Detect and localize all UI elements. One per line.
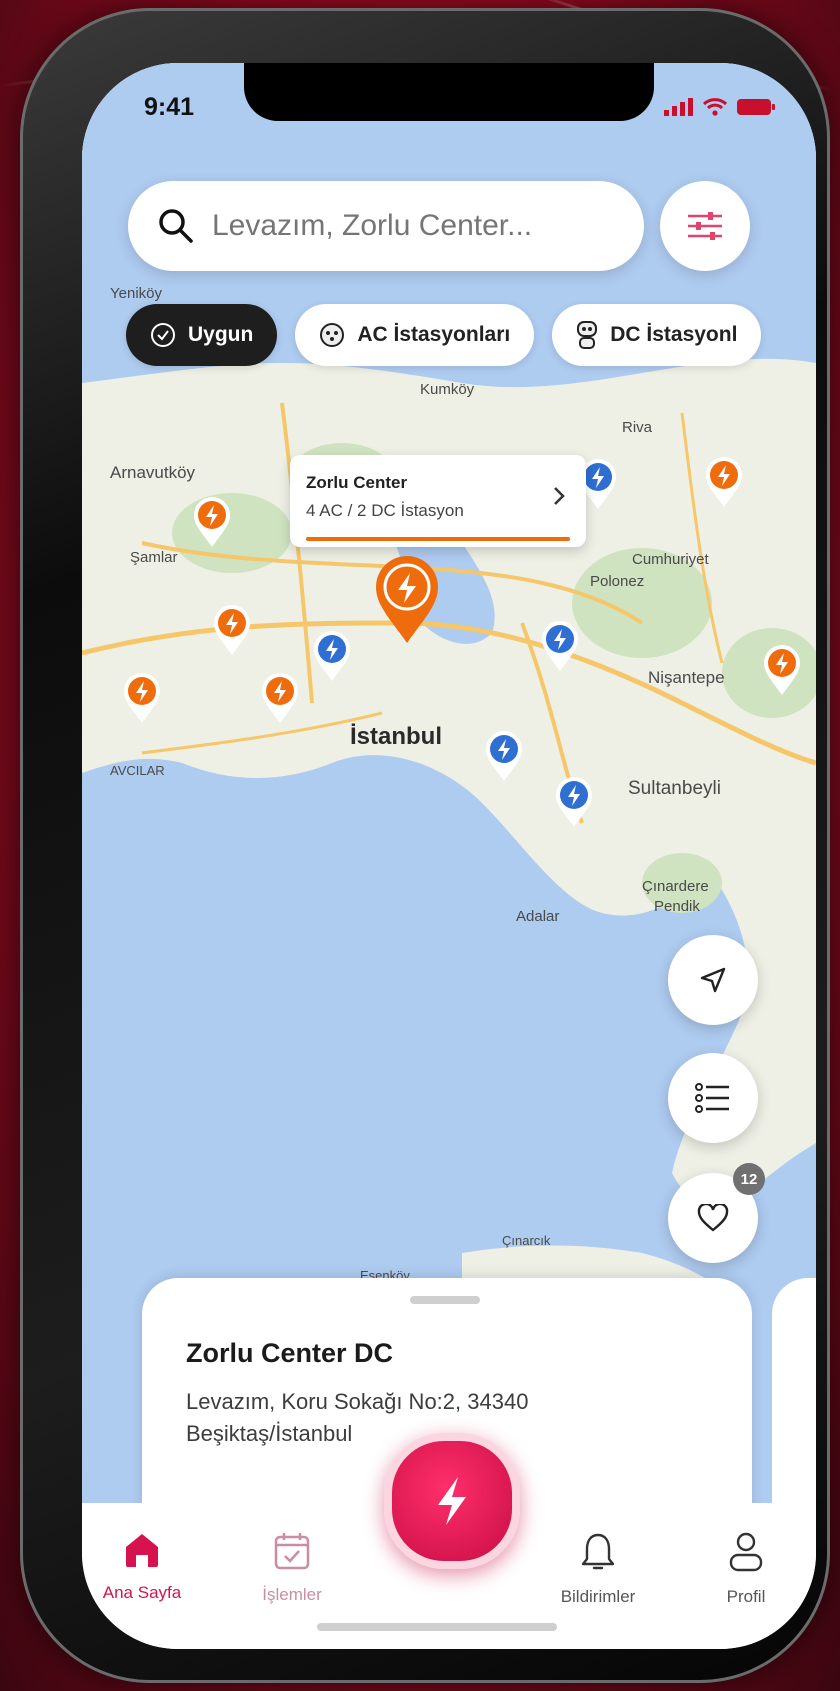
station-pin-ac[interactable]: [762, 643, 802, 697]
list-icon: [695, 1083, 729, 1113]
map-label: Çınardere: [642, 878, 709, 895]
locate-button[interactable]: [668, 935, 758, 1025]
popup-accent-bar: [306, 537, 570, 541]
chip-label: DC İstasyonl: [610, 323, 738, 346]
sliders-icon: [688, 212, 722, 240]
map-label: Polonez: [590, 573, 645, 590]
map-label: Şamlar: [130, 549, 178, 566]
station-pin-dc[interactable]: [484, 729, 524, 783]
nav-label: Profil: [726, 1587, 766, 1606]
next-station-card[interactable]: [772, 1278, 816, 1538]
user-icon: [729, 1532, 763, 1572]
map-label: Cumhuriyet: [632, 551, 709, 568]
nav-item-profile[interactable]: Profil: [686, 1531, 806, 1607]
list-view-button[interactable]: [668, 1053, 758, 1143]
ac-plug-icon: [320, 323, 345, 347]
station-pin-dc[interactable]: [312, 629, 352, 683]
chevron-right-icon: [554, 487, 565, 505]
chip-ac-stations[interactable]: AC İstasyonları: [295, 304, 535, 366]
station-pin-dc[interactable]: [554, 775, 594, 829]
map-label: İstanbul: [350, 723, 443, 750]
status-time: 9:41: [144, 93, 195, 121]
map-label: Kumköy: [420, 381, 475, 398]
popup-title: Zorlu Center: [306, 473, 408, 492]
chip-dc-stations[interactable]: DC İstasyonl: [552, 304, 762, 366]
selected-station-pin[interactable]: [372, 553, 442, 645]
station-title: Zorlu Center DC: [186, 1338, 394, 1368]
home-indicator: [317, 1623, 557, 1631]
map-label: Riva: [622, 419, 653, 436]
map-label: Pendik: [654, 898, 700, 915]
map-label: Sultanbeyli: [628, 778, 721, 799]
station-pin-ac[interactable]: [260, 671, 300, 725]
app-screen: Arnavutköy Şamlar Yeniköy Kumköy Riva Cu…: [82, 63, 816, 1649]
map-label: Arnavutköy: [110, 463, 196, 482]
calendar-check-icon: [274, 1533, 310, 1570]
dc-plug-icon: [577, 321, 598, 349]
nav-item-notifications[interactable]: Bildirimler: [538, 1531, 658, 1607]
map-label: Nişantepe: [648, 668, 725, 687]
station-pin-ac[interactable]: [192, 495, 232, 549]
notch: [244, 63, 654, 121]
check-circle-icon: [151, 323, 175, 347]
nav-item-transactions[interactable]: İşlemler: [232, 1531, 352, 1605]
map-label: Yeniköy: [110, 285, 162, 302]
favorites-count-badge: 12: [733, 1163, 765, 1195]
chip-label: AC İstasyonları: [357, 323, 511, 346]
status-icons: [664, 97, 776, 117]
station-popup[interactable]: Zorlu Center 4 AC / 2 DC İstasyon: [290, 455, 586, 547]
lightning-icon: [438, 1477, 466, 1525]
chip-available[interactable]: Uygun: [126, 304, 278, 366]
map-label: AVCILAR: [110, 763, 165, 778]
station-pin-dc[interactable]: [540, 619, 580, 673]
search-bar[interactable]: [128, 181, 644, 271]
popup-subtitle: 4 AC / 2 DC İstasyon: [306, 501, 464, 520]
filter-button[interactable]: [660, 181, 750, 271]
map-label: Çınarcık: [502, 1233, 551, 1248]
home-icon: [126, 1534, 158, 1567]
search-input[interactable]: [210, 208, 594, 244]
station-address: Levazım, Koru Sokağı No:2, 34340 Beşikta…: [186, 1389, 529, 1446]
drag-handle[interactable]: [410, 1296, 480, 1304]
signal-icon: [664, 98, 693, 116]
phone-frame: Arnavutköy Şamlar Yeniköy Kumköy Riva Cu…: [20, 8, 830, 1683]
navigation-arrow-icon: [700, 967, 726, 993]
wifi-icon: [702, 98, 728, 116]
battery-icon: [737, 99, 775, 115]
heart-icon: [697, 1204, 729, 1232]
bell-icon: [581, 1533, 615, 1570]
station-pin-ac[interactable]: [212, 603, 252, 657]
filter-chips: Uygun AC İstasyonları DC İstasyonl: [126, 304, 762, 366]
map-label: Adalar: [516, 908, 560, 925]
nav-label: İşlemler: [262, 1585, 322, 1604]
charge-button[interactable]: [384, 1433, 520, 1569]
nav-label: Bildirimler: [560, 1587, 636, 1606]
nav-item-home[interactable]: Ana Sayfa: [82, 1531, 202, 1603]
station-pin-ac[interactable]: [704, 455, 744, 509]
station-pin-ac[interactable]: [122, 671, 162, 725]
chip-label: Uygun: [188, 323, 254, 346]
search-icon: [159, 209, 193, 243]
nav-label: Ana Sayfa: [102, 1583, 182, 1602]
